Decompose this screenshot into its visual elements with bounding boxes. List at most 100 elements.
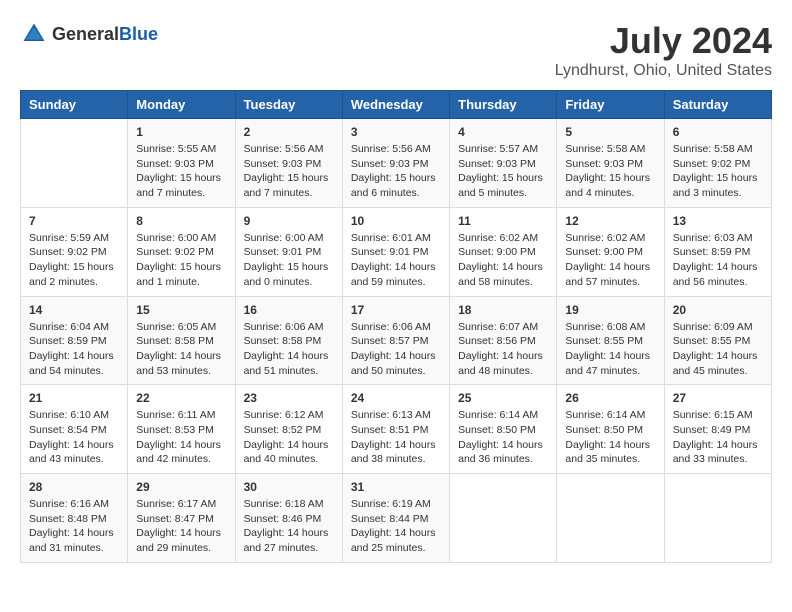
day-info: Sunrise: 6:01 AM Sunset: 9:01 PM Dayligh… <box>351 231 441 290</box>
day-info: Sunrise: 5:56 AM Sunset: 9:03 PM Dayligh… <box>244 142 334 201</box>
calendar-cell: 7Sunrise: 5:59 AM Sunset: 9:02 PM Daylig… <box>21 207 128 296</box>
day-info: Sunrise: 6:10 AM Sunset: 8:54 PM Dayligh… <box>29 408 119 467</box>
weekday-header-monday: Monday <box>128 91 235 119</box>
day-number: 26 <box>565 391 655 405</box>
calendar-cell <box>557 474 664 563</box>
day-info: Sunrise: 6:05 AM Sunset: 8:58 PM Dayligh… <box>136 320 226 379</box>
day-info: Sunrise: 6:04 AM Sunset: 8:59 PM Dayligh… <box>29 320 119 379</box>
day-info: Sunrise: 6:00 AM Sunset: 9:02 PM Dayligh… <box>136 231 226 290</box>
day-info: Sunrise: 6:17 AM Sunset: 8:47 PM Dayligh… <box>136 497 226 556</box>
logo-text-blue: Blue <box>119 24 158 44</box>
calendar-week-row: 28Sunrise: 6:16 AM Sunset: 8:48 PM Dayli… <box>21 474 772 563</box>
day-info: Sunrise: 5:58 AM Sunset: 9:03 PM Dayligh… <box>565 142 655 201</box>
title-area: July 2024 Lyndhurst, Ohio, United States <box>555 20 772 80</box>
day-number: 4 <box>458 125 548 139</box>
calendar-cell: 14 Sunrise: 6:04 AM Sunset: 8:59 PM Dayli… <box>21 296 128 385</box>
calendar-cell: 3Sunrise: 5:56 AM Sunset: 9:03 PM Daylig… <box>342 119 449 208</box>
day-info: Sunrise: 5:58 AM Sunset: 9:02 PM Dayligh… <box>673 142 763 201</box>
day-number: 31 <box>351 480 441 494</box>
day-number: 28 <box>29 480 119 494</box>
day-number: 14 <box>29 303 119 317</box>
day-info: Sunrise: 6:00 AM Sunset: 9:01 PM Dayligh… <box>244 231 334 290</box>
day-number: 15 <box>136 303 226 317</box>
calendar-cell: 22 Sunrise: 6:11 AM Sunset: 8:53 PM Dayli… <box>128 385 235 474</box>
day-number: 23 <box>244 391 334 405</box>
calendar-cell <box>450 474 557 563</box>
logo-icon <box>20 20 48 48</box>
calendar-cell <box>21 119 128 208</box>
day-number: 13 <box>673 214 763 228</box>
day-info: Sunrise: 6:15 AM Sunset: 8:49 PM Dayligh… <box>673 408 763 467</box>
calendar-cell: 15 Sunrise: 6:05 AM Sunset: 8:58 PM Dayli… <box>128 296 235 385</box>
day-info: Sunrise: 6:18 AM Sunset: 8:46 PM Dayligh… <box>244 497 334 556</box>
calendar-cell: 16Sunrise: 6:06 AM Sunset: 8:58 PM Dayli… <box>235 296 342 385</box>
calendar-cell: 1 Sunrise: 5:55 AM Sunset: 9:03 PM Daylig… <box>128 119 235 208</box>
day-info: Sunrise: 6:02 AM Sunset: 9:00 PM Dayligh… <box>565 231 655 290</box>
calendar-cell <box>664 474 771 563</box>
day-number: 1 <box>136 125 226 139</box>
weekday-header-saturday: Saturday <box>664 91 771 119</box>
calendar-cell: 4Sunrise: 5:57 AM Sunset: 9:03 PM Daylig… <box>450 119 557 208</box>
calendar-cell: 13 Sunrise: 6:03 AM Sunset: 8:59 PM Dayli… <box>664 207 771 296</box>
page-header: GeneralBlue July 2024 Lyndhurst, Ohio, U… <box>20 20 772 80</box>
day-info: Sunrise: 6:11 AM Sunset: 8:53 PM Dayligh… <box>136 408 226 467</box>
day-info: Sunrise: 6:06 AM Sunset: 8:57 PM Dayligh… <box>351 320 441 379</box>
day-number: 9 <box>244 214 334 228</box>
month-title: July 2024 <box>555 20 772 62</box>
day-number: 19 <box>565 303 655 317</box>
day-number: 16 <box>244 303 334 317</box>
day-number: 10 <box>351 214 441 228</box>
day-number: 22 <box>136 391 226 405</box>
day-info: Sunrise: 6:07 AM Sunset: 8:56 PM Dayligh… <box>458 320 548 379</box>
day-info: Sunrise: 5:56 AM Sunset: 9:03 PM Dayligh… <box>351 142 441 201</box>
day-number: 5 <box>565 125 655 139</box>
location-title: Lyndhurst, Ohio, United States <box>555 62 772 80</box>
day-number: 29 <box>136 480 226 494</box>
calendar-cell: 23 Sunrise: 6:12 AM Sunset: 8:52 PM Dayli… <box>235 385 342 474</box>
day-info: Sunrise: 6:14 AM Sunset: 8:50 PM Dayligh… <box>565 408 655 467</box>
calendar-week-row: 21 Sunrise: 6:10 AM Sunset: 8:54 PM Dayli… <box>21 385 772 474</box>
day-number: 20 <box>673 303 763 317</box>
weekday-header-sunday: Sunday <box>21 91 128 119</box>
day-number: 11 <box>458 214 548 228</box>
calendar-cell: 19 Sunrise: 6:08 AM Sunset: 8:55 PM Dayli… <box>557 296 664 385</box>
calendar-cell: 31Sunrise: 6:19 AM Sunset: 8:44 PM Dayli… <box>342 474 449 563</box>
day-number: 30 <box>244 480 334 494</box>
day-info: Sunrise: 6:08 AM Sunset: 8:55 PM Dayligh… <box>565 320 655 379</box>
calendar-cell: 27Sunrise: 6:15 AM Sunset: 8:49 PM Dayli… <box>664 385 771 474</box>
calendar-cell: 10 Sunrise: 6:01 AM Sunset: 9:01 PM Dayli… <box>342 207 449 296</box>
day-number: 24 <box>351 391 441 405</box>
day-info: Sunrise: 6:14 AM Sunset: 8:50 PM Dayligh… <box>458 408 548 467</box>
day-number: 21 <box>29 391 119 405</box>
weekday-header-friday: Friday <box>557 91 664 119</box>
weekday-header-thursday: Thursday <box>450 91 557 119</box>
day-number: 6 <box>673 125 763 139</box>
weekday-header-tuesday: Tuesday <box>235 91 342 119</box>
calendar-cell: 21 Sunrise: 6:10 AM Sunset: 8:54 PM Dayli… <box>21 385 128 474</box>
calendar-cell: 8Sunrise: 6:00 AM Sunset: 9:02 PM Daylig… <box>128 207 235 296</box>
calendar-week-row: 7Sunrise: 5:59 AM Sunset: 9:02 PM Daylig… <box>21 207 772 296</box>
calendar-cell: 12 Sunrise: 6:02 AM Sunset: 9:00 PM Dayli… <box>557 207 664 296</box>
day-number: 7 <box>29 214 119 228</box>
calendar-week-row: 1 Sunrise: 5:55 AM Sunset: 9:03 PM Daylig… <box>21 119 772 208</box>
day-info: Sunrise: 6:13 AM Sunset: 8:51 PM Dayligh… <box>351 408 441 467</box>
day-number: 25 <box>458 391 548 405</box>
logo: GeneralBlue <box>20 20 158 48</box>
day-info: Sunrise: 5:55 AM Sunset: 9:03 PM Dayligh… <box>136 142 226 201</box>
calendar-cell: 20 Sunrise: 6:09 AM Sunset: 8:55 PM Dayli… <box>664 296 771 385</box>
calendar-cell: 25 Sunrise: 6:14 AM Sunset: 8:50 PM Dayli… <box>450 385 557 474</box>
day-number: 18 <box>458 303 548 317</box>
weekday-header-wednesday: Wednesday <box>342 91 449 119</box>
day-info: Sunrise: 6:09 AM Sunset: 8:55 PM Dayligh… <box>673 320 763 379</box>
calendar-cell: 18 Sunrise: 6:07 AM Sunset: 8:56 PM Dayli… <box>450 296 557 385</box>
day-number: 2 <box>244 125 334 139</box>
day-number: 17 <box>351 303 441 317</box>
day-number: 12 <box>565 214 655 228</box>
calendar-cell: 5 Sunrise: 5:58 AM Sunset: 9:03 PM Daylig… <box>557 119 664 208</box>
calendar-cell: 6 Sunrise: 5:58 AM Sunset: 9:02 PM Daylig… <box>664 119 771 208</box>
calendar-cell: 2 Sunrise: 5:56 AM Sunset: 9:03 PM Daylig… <box>235 119 342 208</box>
calendar-cell: 28Sunrise: 6:16 AM Sunset: 8:48 PM Dayli… <box>21 474 128 563</box>
day-info: Sunrise: 6:03 AM Sunset: 8:59 PM Dayligh… <box>673 231 763 290</box>
logo-text-general: General <box>52 24 119 44</box>
day-info: Sunrise: 6:12 AM Sunset: 8:52 PM Dayligh… <box>244 408 334 467</box>
